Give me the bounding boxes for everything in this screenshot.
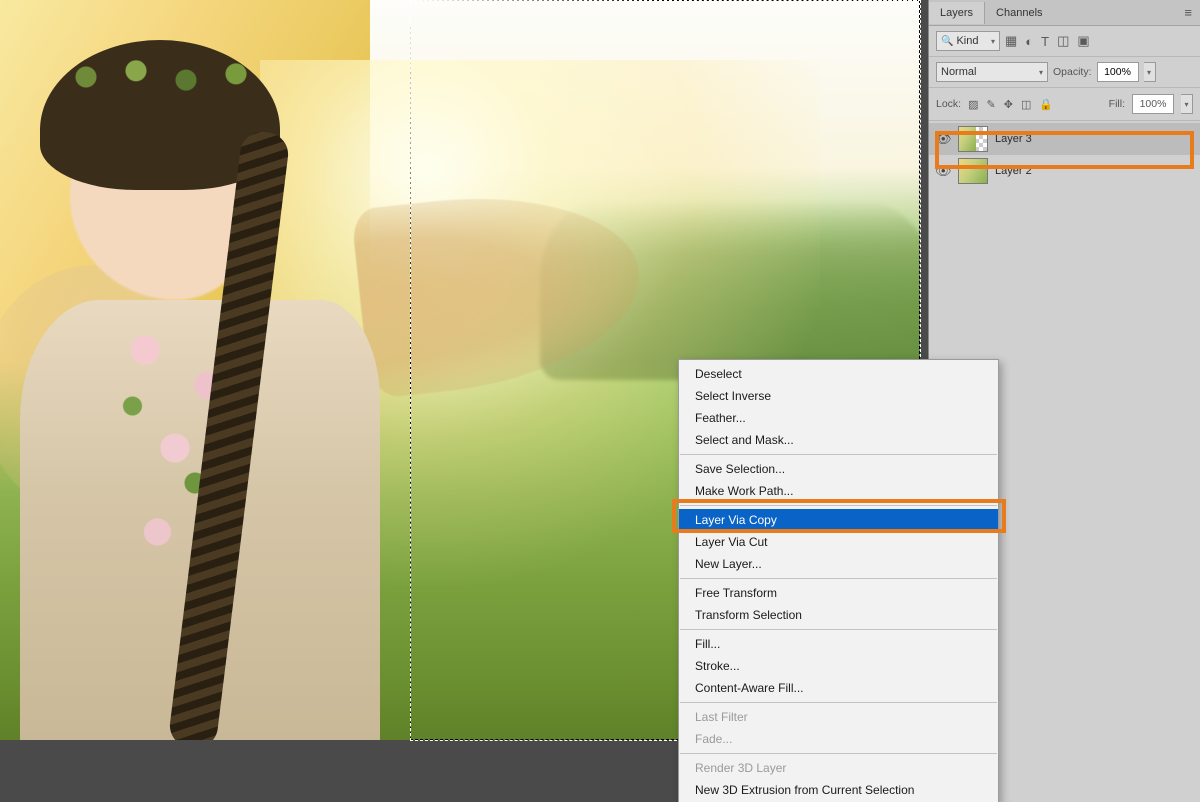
layer-name: Layer 3 [995,133,1032,145]
context-menu-item[interactable]: Make Work Path... [679,480,998,502]
lock-all-icon[interactable]: 🔒 [1039,98,1053,111]
context-menu-separator [680,454,997,455]
layer-filter-row: 🔍 Kind ▾ ▦ ◐ T ◫ ▣ [929,26,1200,57]
context-menu-item[interactable]: Fill... [679,633,998,655]
context-menu-item[interactable]: Deselect [679,363,998,385]
subject-figure [0,40,420,740]
blend-mode-dropdown[interactable]: Normal ▾ [936,62,1048,82]
context-menu-item[interactable]: Select Inverse [679,385,998,407]
layers-list: 👁 Layer 3 👁 Layer 2 [929,121,1200,189]
filter-kind-label: Kind [956,35,978,47]
lock-pixels-icon[interactable]: ✎ [987,98,996,111]
context-menu-item: Fade... [679,728,998,750]
lock-label: Lock: [936,98,961,110]
lock-row: Lock: ▨ ✎ ✥ ◫ 🔒 Fill: 100% ▾ [929,88,1200,121]
context-menu-item[interactable]: Free Transform [679,582,998,604]
tab-layers[interactable]: Layers [929,2,985,24]
visibility-toggle-icon[interactable]: 👁 [935,163,951,179]
filter-smart-icon[interactable]: ▣ [1077,33,1089,49]
context-menu: DeselectSelect InverseFeather...Select a… [678,359,999,802]
filter-kind-dropdown[interactable]: 🔍 Kind ▾ [936,31,1000,51]
layer-name: Layer 2 [995,165,1032,177]
context-menu-item[interactable]: Save Selection... [679,458,998,480]
filter-adjustment-icon[interactable]: ◐ [1025,34,1033,49]
layer-thumbnail[interactable] [958,126,988,152]
filter-type-icon[interactable]: T [1041,34,1049,49]
blend-mode-value: Normal [941,66,976,78]
context-menu-item[interactable]: New Layer... [679,553,998,575]
context-menu-separator [680,702,997,703]
context-menu-separator [680,629,997,630]
opacity-stepper[interactable]: ▾ [1144,62,1156,82]
app-workspace: Layers Channels ≡ 🔍 Kind ▾ ▦ ◐ T ◫ ▣ Nor… [0,0,1200,802]
layer-item-layer2[interactable]: 👁 Layer 2 [929,155,1200,187]
lock-icons: ▨ ✎ ✥ ◫ 🔒 [968,98,1053,111]
opacity-field[interactable]: 100% [1097,62,1139,82]
tab-channels[interactable]: Channels [985,2,1053,24]
panel-tabs: Layers Channels ≡ [929,0,1200,26]
filter-type-icons: ▦ ◐ T ◫ ▣ [1005,33,1090,49]
context-menu-item: Render 3D Layer [679,757,998,779]
context-menu-item[interactable]: Stroke... [679,655,998,677]
search-icon: 🔍 [941,36,953,47]
chevron-down-icon: ▾ [1039,68,1043,77]
context-menu-separator [680,505,997,506]
fill-label: Fill: [1109,98,1125,110]
context-menu-item[interactable]: Content-Aware Fill... [679,677,998,699]
lock-artboard-icon[interactable]: ◫ [1021,98,1031,111]
chevron-down-icon: ▾ [991,37,995,46]
fill-stepper[interactable]: ▾ [1181,94,1193,114]
filter-pixel-icon[interactable]: ▦ [1005,33,1017,49]
context-menu-item[interactable]: Transform Selection [679,604,998,626]
lock-transparency-icon[interactable]: ▨ [968,98,978,111]
layer-item-layer3[interactable]: 👁 Layer 3 [929,123,1200,155]
context-menu-item[interactable]: Layer Via Copy [679,509,998,531]
context-menu-item: Last Filter [679,706,998,728]
context-menu-item[interactable]: Select and Mask... [679,429,998,451]
visibility-toggle-icon[interactable]: 👁 [935,131,951,147]
context-menu-item[interactable]: Layer Via Cut [679,531,998,553]
filter-shape-icon[interactable]: ◫ [1057,33,1069,49]
opacity-label: Opacity: [1053,66,1092,78]
lock-position-icon[interactable]: ✥ [1004,98,1013,111]
layer-thumbnail[interactable] [958,158,988,184]
context-menu-item[interactable]: Feather... [679,407,998,429]
subject-flower-crown [36,46,286,108]
panel-menu-icon[interactable]: ≡ [1176,5,1200,20]
fill-field[interactable]: 100% [1132,94,1174,114]
context-menu-separator [680,578,997,579]
context-menu-separator [680,753,997,754]
context-menu-item[interactable]: New 3D Extrusion from Current Selection [679,779,998,801]
blend-row: Normal ▾ Opacity: 100% ▾ [929,57,1200,88]
